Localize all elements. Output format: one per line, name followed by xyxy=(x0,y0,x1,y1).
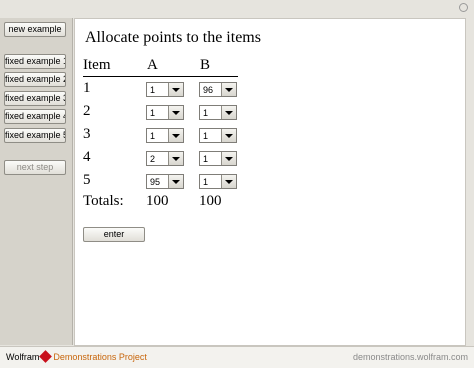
header-item: Item xyxy=(83,57,111,73)
select-value: 1 xyxy=(203,108,209,118)
total-a: 100 xyxy=(146,193,169,209)
footer: Wolfram Demonstrations Project demonstrat… xyxy=(0,346,474,368)
enter-button[interactable]: enter xyxy=(83,227,145,242)
row4-a-select[interactable]: 2 xyxy=(146,151,184,166)
dropdown-arrow-icon[interactable] xyxy=(221,152,236,165)
new-example-button[interactable]: new example xyxy=(4,22,66,37)
dropdown-arrow-icon[interactable] xyxy=(168,175,183,188)
fixed-example-5-button[interactable]: fixed example 5 xyxy=(4,128,66,143)
select-value: 1 xyxy=(150,131,156,141)
row4-b-select[interactable]: 1 xyxy=(199,151,237,166)
row-item-label: 3 xyxy=(83,126,91,142)
dropdown-arrow-icon[interactable] xyxy=(168,83,183,96)
row5-a-select[interactable]: 95 xyxy=(146,174,184,189)
header-a: A xyxy=(147,57,158,73)
select-value: 1 xyxy=(150,85,156,95)
dropdown-arrow-icon[interactable] xyxy=(168,106,183,119)
main-panel: Allocate points to the items Item A B 1 … xyxy=(74,18,466,346)
options-gear-icon[interactable] xyxy=(459,3,468,12)
row2-a-select[interactable]: 1 xyxy=(146,105,184,120)
row2-b-select[interactable]: 1 xyxy=(199,105,237,120)
demonstrations-label: Demonstrations Project xyxy=(53,352,147,362)
fixed-example-1-button[interactable]: fixed example 1 xyxy=(4,54,66,69)
select-value: 96 xyxy=(203,85,214,95)
select-value: 2 xyxy=(150,154,156,164)
row3-b-select[interactable]: 1 xyxy=(199,128,237,143)
site-url-link[interactable]: demonstrations.wolfram.com xyxy=(353,352,468,362)
row1-a-select[interactable]: 1 xyxy=(146,82,184,97)
dropdown-arrow-icon[interactable] xyxy=(221,175,236,188)
row-item-label: 4 xyxy=(83,149,91,165)
dropdown-arrow-icon[interactable] xyxy=(221,106,236,119)
row-item-label: 1 xyxy=(83,80,91,96)
spikey-logo-icon xyxy=(39,350,53,363)
select-value: 1 xyxy=(150,108,156,118)
dropdown-arrow-icon[interactable] xyxy=(221,129,236,142)
row-item-label: 5 xyxy=(83,172,91,188)
page-title: Allocate points to the items xyxy=(85,29,261,46)
select-value: 1 xyxy=(203,131,209,141)
dropdown-arrow-icon[interactable] xyxy=(221,83,236,96)
wolfram-label: Wolfram xyxy=(6,352,40,362)
fixed-example-3-button[interactable]: fixed example 3 xyxy=(4,91,66,106)
header-b: B xyxy=(200,57,211,73)
select-value: 1 xyxy=(203,177,209,187)
row-item-label: 2 xyxy=(83,103,91,119)
fixed-example-2-button[interactable]: fixed example 2 xyxy=(4,72,66,87)
select-value: 1 xyxy=(203,154,209,164)
row3-a-select[interactable]: 1 xyxy=(146,128,184,143)
wolfram-brand[interactable]: Wolfram Demonstrations Project xyxy=(6,350,147,363)
next-step-button[interactable]: next step xyxy=(4,160,66,175)
row5-b-select[interactable]: 1 xyxy=(199,174,237,189)
sidebar: new example fixed example 1 fixed exampl… xyxy=(0,18,73,345)
demonstration-frame: new example fixed example 1 fixed exampl… xyxy=(0,0,474,368)
totals-label: Totals: xyxy=(83,193,124,209)
fixed-example-4-button[interactable]: fixed example 4 xyxy=(4,109,66,124)
dropdown-arrow-icon[interactable] xyxy=(168,129,183,142)
dropdown-arrow-icon[interactable] xyxy=(168,152,183,165)
select-value: 95 xyxy=(150,177,161,187)
row1-b-select[interactable]: 96 xyxy=(199,82,237,97)
header-divider xyxy=(83,76,238,77)
total-b: 100 xyxy=(199,193,222,209)
